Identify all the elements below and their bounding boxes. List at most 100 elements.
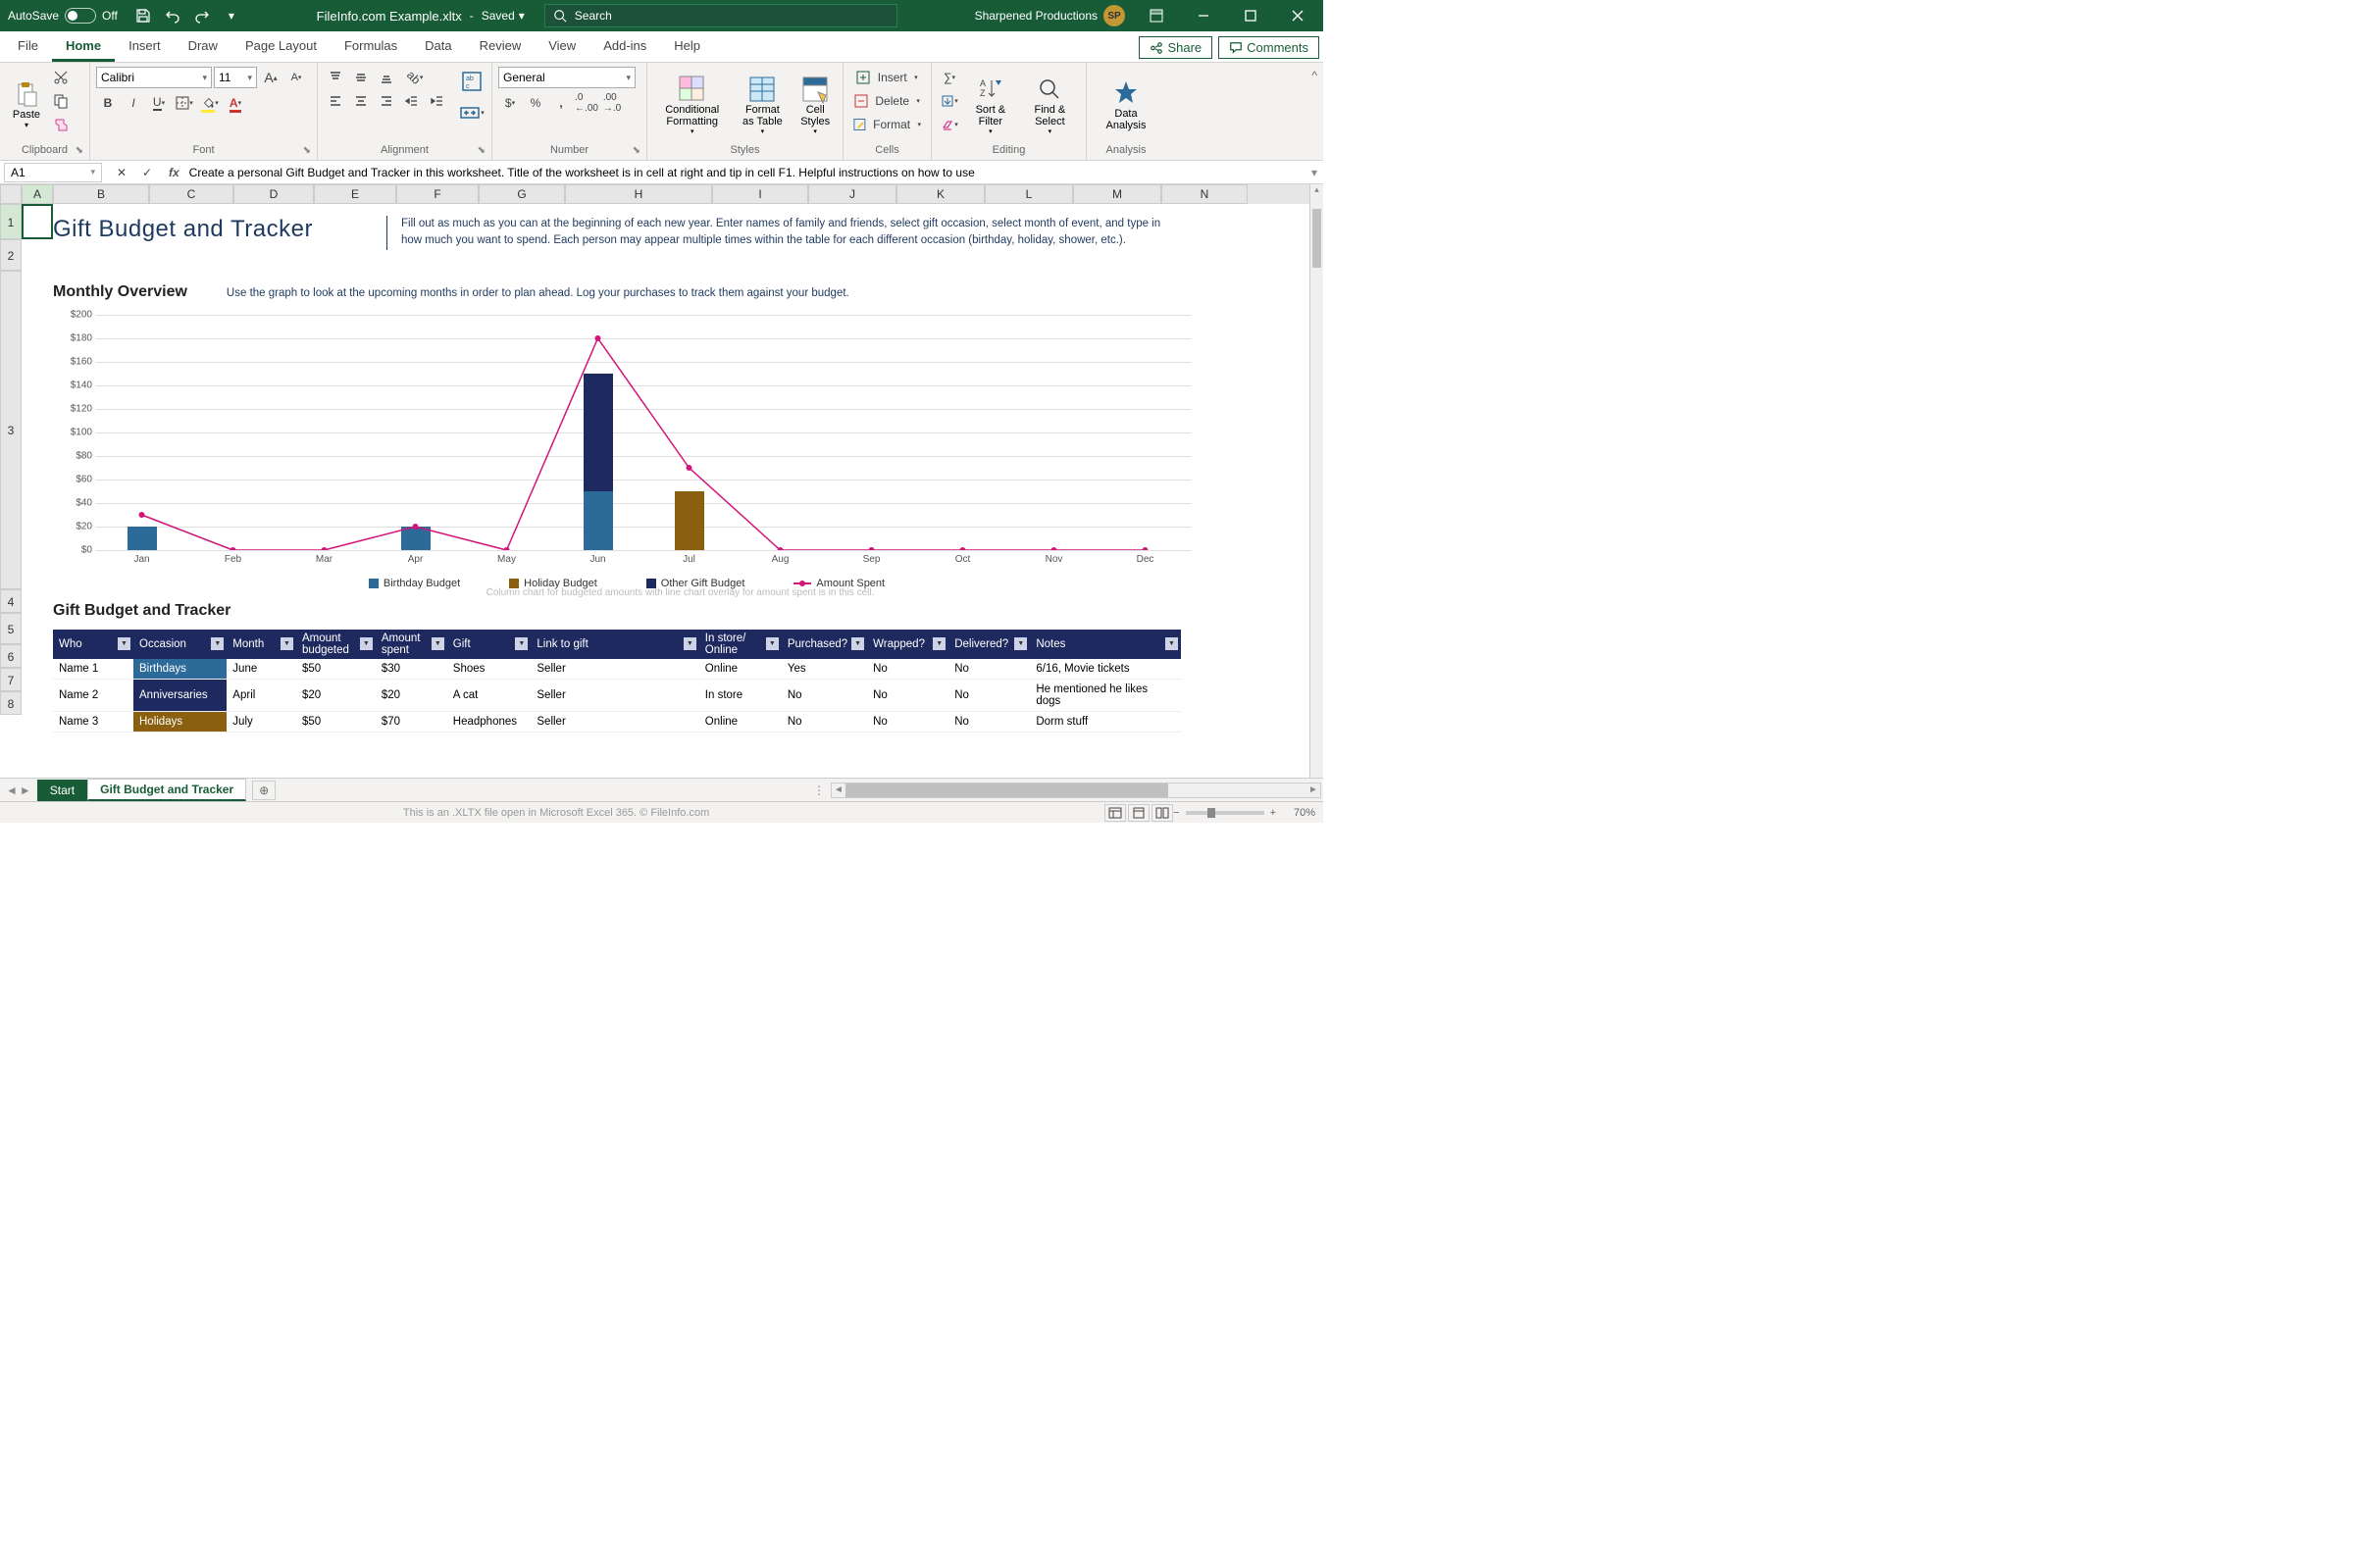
col-header-L[interactable]: L [985, 184, 1073, 204]
align-bottom-icon[interactable] [375, 67, 398, 88]
filter-icon[interactable]: ▼ [1014, 637, 1027, 650]
col-header-E[interactable]: E [314, 184, 396, 204]
filter-icon[interactable]: ▼ [211, 637, 224, 650]
normal-view-icon[interactable] [1104, 804, 1126, 822]
conditional-formatting-button[interactable]: Conditional Formatting▾ [653, 67, 731, 142]
merge-center-icon[interactable]: ▾ [457, 98, 486, 127]
dialog-launcher-icon[interactable]: ⬊ [478, 145, 486, 156]
spreadsheet-grid[interactable]: ABCDEFGHIJKLMN 12345678 ▴ Gift Budget an… [0, 184, 1323, 778]
sort-filter-button[interactable]: AZSort & Filter▾ [963, 67, 1018, 142]
tab-page-layout[interactable]: Page Layout [231, 32, 331, 62]
cut-icon[interactable] [49, 67, 73, 88]
tab-draw[interactable]: Draw [175, 32, 231, 62]
qat-customize-icon[interactable]: ▾ [218, 2, 245, 29]
row-header-7[interactable]: 7 [0, 668, 22, 691]
table-row[interactable]: Name 2AnniversariesApril$20$20A catSelle… [53, 679, 1181, 711]
insert-cells-button[interactable]: Insert ▾ [849, 67, 925, 88]
fill-color-icon[interactable]: ▾ [198, 92, 222, 114]
bar-segment[interactable] [675, 491, 704, 550]
undo-icon[interactable] [159, 2, 186, 29]
format-as-table-button[interactable]: Format as Table▾ [733, 67, 792, 142]
tab-review[interactable]: Review [466, 32, 536, 62]
col-header-C[interactable]: C [149, 184, 233, 204]
page-layout-view-icon[interactable] [1128, 804, 1150, 822]
increase-indent-icon[interactable] [426, 90, 449, 112]
legend-item[interactable]: Amount Spent [793, 578, 885, 589]
cell-styles-button[interactable]: Cell Styles▾ [793, 67, 837, 142]
horizontal-scrollbar[interactable]: ◄► [831, 783, 1321, 798]
tab-insert[interactable]: Insert [115, 32, 175, 62]
data-analysis-button[interactable]: Data Analysis [1093, 67, 1159, 142]
format-painter-icon[interactable] [49, 114, 73, 135]
format-cells-button[interactable]: Format ▾ [849, 114, 925, 135]
tab-formulas[interactable]: Formulas [331, 32, 411, 62]
sheet-tab-gift-budget[interactable]: Gift Budget and Tracker [87, 779, 246, 801]
legend-item[interactable]: Birthday Budget [369, 578, 460, 589]
align-center-icon[interactable] [349, 90, 373, 112]
col-header-K[interactable]: K [896, 184, 985, 204]
autosave-toggle[interactable]: AutoSave Off [4, 8, 122, 24]
fill-icon[interactable]: ▾ [938, 90, 961, 112]
sheet-nav-prev-icon[interactable]: ◄ [6, 784, 18, 797]
table-header[interactable]: Amount spent▼ [376, 630, 447, 659]
table-header[interactable]: In store/Online▼ [699, 630, 782, 659]
table-header[interactable]: Purchased?▼ [782, 630, 867, 659]
fx-icon[interactable]: fx [163, 166, 185, 179]
user-account[interactable]: Sharpened Productions SP [969, 5, 1131, 26]
vertical-scrollbar[interactable]: ▴ [1309, 184, 1323, 778]
orientation-icon[interactable]: ab▾ [400, 67, 430, 88]
bar-segment[interactable] [401, 527, 431, 550]
font-name-combo[interactable]: Calibri▾ [96, 67, 212, 88]
filter-icon[interactable]: ▼ [515, 637, 528, 650]
legend-item[interactable]: Other Gift Budget [646, 578, 745, 589]
decrease-indent-icon[interactable] [400, 90, 424, 112]
filter-icon[interactable]: ▼ [1165, 637, 1178, 650]
enter-formula-icon[interactable]: ✓ [135, 162, 159, 183]
table-header[interactable]: Wrapped?▼ [867, 630, 948, 659]
col-header-A[interactable]: A [22, 184, 53, 204]
collapse-ribbon-icon[interactable]: ^ [1305, 63, 1323, 160]
tab-home[interactable]: Home [52, 32, 115, 62]
table-header[interactable]: Link to gift▼ [531, 630, 698, 659]
select-all-corner[interactable] [0, 184, 22, 204]
border-icon[interactable]: ▾ [173, 92, 196, 114]
maximize-icon[interactable] [1229, 0, 1272, 31]
close-icon[interactable] [1276, 0, 1319, 31]
bold-button[interactable]: B [96, 92, 120, 114]
budget-table[interactable]: Who▼Occasion▼Month▼Amount budgeted▼Amoun… [53, 630, 1181, 733]
zoom-out-button[interactable]: − [1173, 807, 1179, 819]
cancel-formula-icon[interactable]: ✕ [110, 162, 133, 183]
col-header-J[interactable]: J [808, 184, 896, 204]
font-size-combo[interactable]: 11▾ [214, 67, 257, 88]
table-header[interactable]: Month▼ [227, 630, 296, 659]
legend-item[interactable]: Holiday Budget [509, 578, 597, 589]
minimize-icon[interactable] [1182, 0, 1225, 31]
increase-font-icon[interactable]: A▴ [259, 67, 282, 88]
row-header-5[interactable]: 5 [0, 613, 22, 644]
col-header-I[interactable]: I [712, 184, 808, 204]
italic-button[interactable]: I [122, 92, 145, 114]
filter-icon[interactable]: ▼ [851, 637, 864, 650]
sheet-tab-start[interactable]: Start [37, 780, 87, 801]
col-header-N[interactable]: N [1161, 184, 1248, 204]
filter-icon[interactable]: ▼ [933, 637, 946, 650]
col-header-H[interactable]: H [565, 184, 712, 204]
table-header[interactable]: Gift▼ [447, 630, 532, 659]
find-select-button[interactable]: Find & Select▾ [1020, 67, 1080, 142]
row-header-2[interactable]: 2 [0, 239, 22, 271]
formula-input[interactable]: Create a personal Gift Budget and Tracke… [185, 166, 1305, 179]
dialog-launcher-icon[interactable]: ⬊ [633, 145, 640, 156]
search-input[interactable]: Search [544, 4, 897, 27]
align-top-icon[interactable] [324, 67, 347, 88]
table-header[interactable]: Delivered?▼ [948, 630, 1030, 659]
autosum-icon[interactable]: ∑▾ [938, 67, 961, 88]
wrap-text-icon[interactable]: abc [457, 67, 486, 96]
table-header[interactable]: Amount budgeted▼ [296, 630, 376, 659]
save-icon[interactable] [129, 2, 157, 29]
percent-format-icon[interactable]: % [524, 92, 547, 114]
filter-icon[interactable]: ▼ [684, 637, 696, 650]
comments-button[interactable]: Comments [1218, 36, 1319, 59]
page-break-view-icon[interactable] [1151, 804, 1173, 822]
redo-icon[interactable] [188, 2, 216, 29]
tab-help[interactable]: Help [660, 32, 714, 62]
